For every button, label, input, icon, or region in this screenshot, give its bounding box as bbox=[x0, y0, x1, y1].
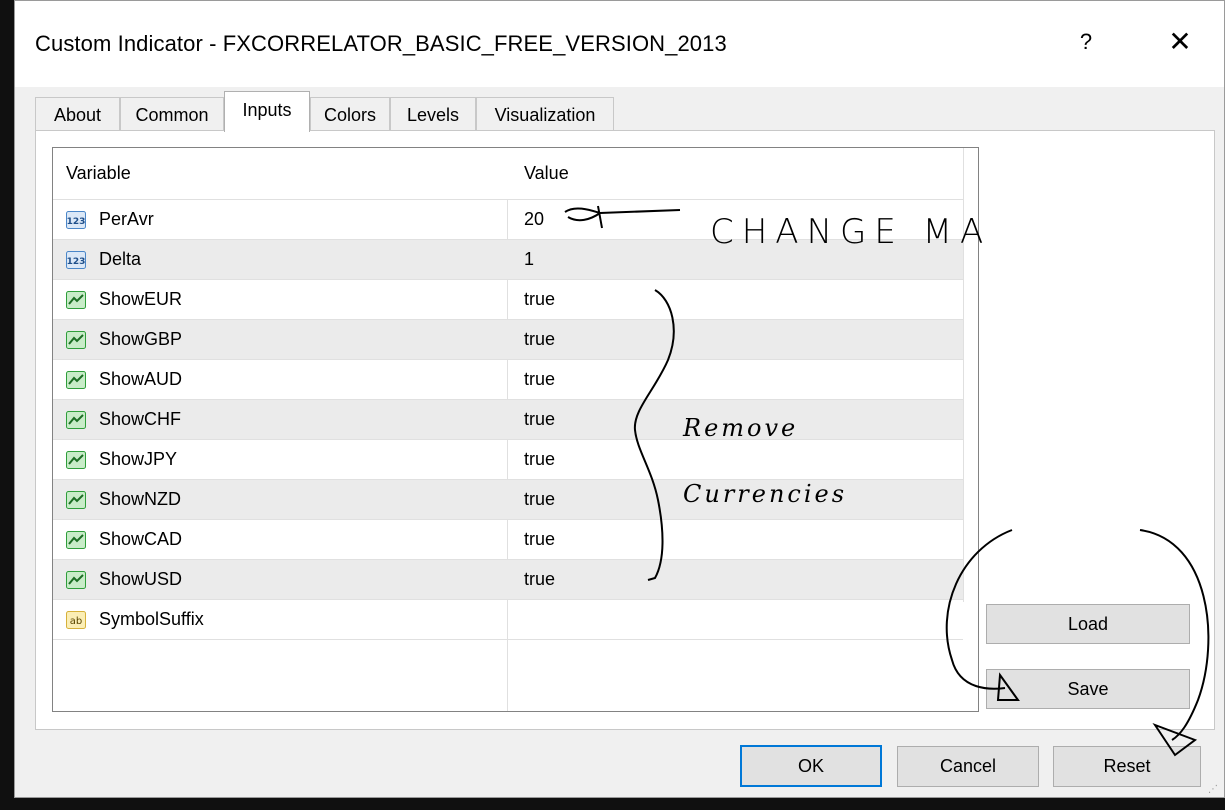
variable-value[interactable]: true bbox=[524, 569, 555, 590]
variable-value[interactable]: true bbox=[524, 409, 555, 430]
variable-value[interactable]: 1 bbox=[524, 249, 534, 270]
boolean-icon bbox=[66, 411, 86, 429]
variable-name: PerAvr bbox=[99, 209, 154, 229]
boolean-icon bbox=[66, 531, 86, 549]
table-row[interactable]: ShowUSD true bbox=[53, 560, 963, 600]
table-row[interactable]: ShowAUD true bbox=[53, 360, 963, 400]
table-row[interactable]: ShowCHF true bbox=[53, 400, 963, 440]
variable-name: SymbolSuffix bbox=[99, 609, 204, 629]
reset-button[interactable]: Reset bbox=[1053, 746, 1201, 787]
save-button[interactable]: Save bbox=[986, 669, 1190, 709]
tab-about[interactable]: About bbox=[35, 97, 120, 131]
svg-text:123: 123 bbox=[67, 217, 86, 227]
inputs-grid: Variable Value 123 PerAvr 20 123 Delta 1… bbox=[52, 147, 979, 712]
integer-icon: 123 bbox=[66, 251, 86, 269]
boolean-icon bbox=[66, 451, 86, 469]
variable-name: ShowJPY bbox=[99, 449, 178, 469]
table-row[interactable]: 123 Delta 1 bbox=[53, 240, 963, 280]
variable-name: ShowAUD bbox=[99, 369, 183, 389]
variable-value[interactable]: true bbox=[524, 489, 555, 510]
background-chart-strip bbox=[0, 0, 14, 810]
string-icon: ab bbox=[66, 611, 86, 629]
svg-text:123: 123 bbox=[67, 257, 86, 267]
variable-name: ShowCHF bbox=[99, 409, 182, 429]
table-row[interactable]: ShowNZD true bbox=[53, 480, 963, 520]
grid-right-edge bbox=[963, 148, 964, 602]
variable-name: ShowCAD bbox=[99, 529, 183, 549]
variable-name: ShowEUR bbox=[99, 289, 183, 309]
column-header-variable[interactable]: Variable bbox=[66, 163, 131, 184]
variable-value[interactable]: true bbox=[524, 289, 555, 310]
boolean-icon bbox=[66, 491, 86, 509]
variable-name: ShowNZD bbox=[99, 489, 182, 509]
variable-name: Delta bbox=[99, 249, 142, 269]
boolean-icon bbox=[66, 371, 86, 389]
column-header-value[interactable]: Value bbox=[524, 163, 569, 184]
table-row[interactable]: 123 PerAvr 20 bbox=[53, 200, 963, 240]
title-bar: Custom Indicator - FXCORRELATOR_BASIC_FR… bbox=[15, 1, 1224, 87]
background-chart-bottom bbox=[0, 798, 1225, 810]
tab-colors[interactable]: Colors bbox=[310, 97, 390, 131]
boolean-icon bbox=[66, 331, 86, 349]
table-row[interactable]: ShowGBP true bbox=[53, 320, 963, 360]
integer-icon: 123 bbox=[66, 211, 86, 229]
load-button[interactable]: Load bbox=[986, 604, 1190, 644]
grid-header: Variable Value bbox=[53, 148, 963, 200]
table-row[interactable]: ab SymbolSuffix bbox=[53, 600, 963, 640]
variable-name: ShowGBP bbox=[99, 329, 183, 349]
variable-value[interactable]: 20 bbox=[524, 209, 544, 230]
boolean-icon bbox=[66, 291, 86, 309]
variable-value[interactable]: true bbox=[524, 449, 555, 470]
close-button[interactable]: ✕ bbox=[1163, 25, 1197, 59]
custom-indicator-dialog: Custom Indicator - FXCORRELATOR_BASIC_FR… bbox=[14, 0, 1225, 798]
svg-text:ab: ab bbox=[70, 616, 82, 627]
variable-value[interactable]: true bbox=[524, 329, 555, 350]
tab-inputs[interactable]: Inputs bbox=[224, 91, 310, 132]
tab-visualization[interactable]: Visualization bbox=[476, 97, 614, 131]
variable-value[interactable]: true bbox=[524, 529, 555, 550]
ok-button[interactable]: OK bbox=[740, 745, 882, 787]
variable-value[interactable]: true bbox=[524, 369, 555, 390]
resize-grip-icon[interactable]: ⋰ bbox=[1208, 783, 1222, 797]
dialog-title: Custom Indicator - FXCORRELATOR_BASIC_FR… bbox=[35, 31, 727, 56]
table-row[interactable]: ShowCAD true bbox=[53, 520, 963, 560]
table-row[interactable]: ShowEUR true bbox=[53, 280, 963, 320]
help-button[interactable]: ? bbox=[1071, 25, 1101, 59]
cancel-button[interactable]: Cancel bbox=[897, 746, 1039, 787]
boolean-icon bbox=[66, 571, 86, 589]
table-row[interactable]: ShowJPY true bbox=[53, 440, 963, 480]
tab-common[interactable]: Common bbox=[120, 97, 224, 131]
tab-levels[interactable]: Levels bbox=[390, 97, 476, 131]
variable-name: ShowUSD bbox=[99, 569, 183, 589]
